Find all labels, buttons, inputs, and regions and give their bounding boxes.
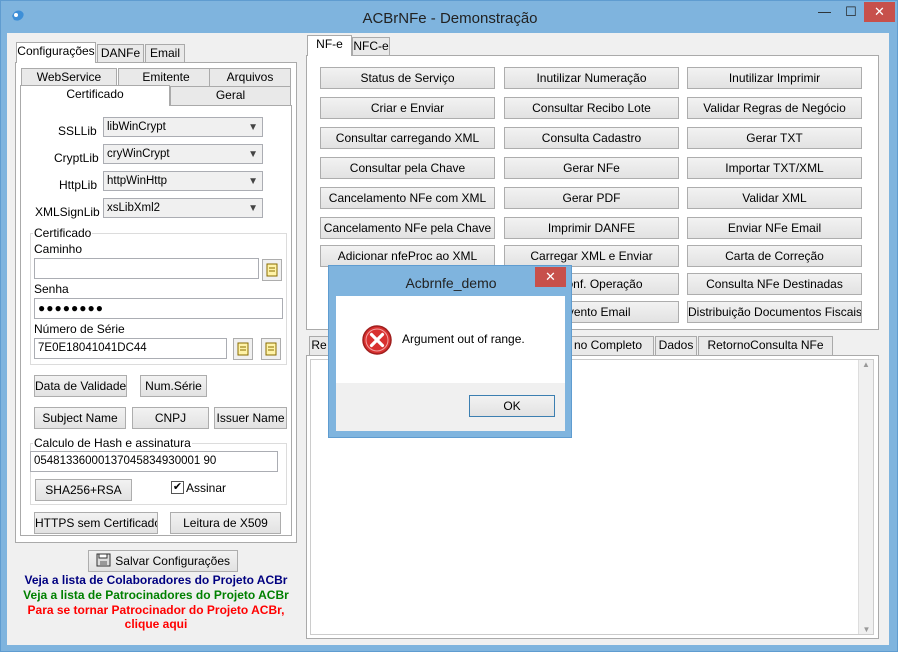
maximize-button[interactable]: ☐	[838, 2, 864, 22]
dialog-close-button[interactable]: ✕	[535, 267, 566, 287]
cryptlib-label: CryptLib	[54, 151, 99, 165]
document-icon	[265, 342, 277, 356]
xmlsignlib-label: XMLSignLib	[35, 205, 100, 219]
hash-group-title: Calculo de Hash e assinatura	[33, 436, 192, 450]
httplib-label: HttpLib	[59, 178, 98, 192]
col2-action-button[interactable]: Carregar XML e Enviar	[504, 245, 679, 267]
select-cert-alt-button[interactable]	[261, 338, 281, 360]
tab-geral[interactable]: Geral	[170, 86, 291, 105]
tab-arquivos[interactable]: Arquivos	[209, 68, 291, 87]
chevron-down-icon: ▼	[248, 203, 258, 214]
col2-action-button[interactable]: Consulta Cadastro	[504, 127, 679, 149]
xmlsignlib-select[interactable]: xsLibXml2 ▼	[103, 198, 263, 218]
ssllib-label: SSLLib	[58, 124, 97, 138]
col3-action-button[interactable]: Gerar TXT	[687, 127, 862, 149]
col1-action-button[interactable]: Status de Serviço	[320, 67, 495, 89]
error-icon	[362, 325, 392, 355]
xmlsignlib-value: xsLibXml2	[107, 202, 161, 214]
sha256-button[interactable]: SHA256+RSA	[35, 479, 132, 501]
col1-action-button[interactable]: Criar e Enviar	[320, 97, 495, 119]
col1-action-button[interactable]: Cancelamento NFe com XML	[320, 187, 495, 209]
col3-action-button[interactable]: Validar Regras de Negócio	[687, 97, 862, 119]
col1-action-button[interactable]: Consultar carregando XML	[320, 127, 495, 149]
col1-action-button[interactable]: Consultar pela Chave	[320, 157, 495, 179]
close-button[interactable]: ✕	[864, 2, 895, 22]
chevron-down-icon: ▼	[248, 149, 258, 160]
minimize-button[interactable]: —	[811, 2, 838, 22]
ok-button[interactable]: OK	[469, 395, 555, 417]
cnpj-button[interactable]: CNPJ	[132, 407, 209, 429]
browse-file-button[interactable]	[262, 259, 282, 281]
col3-action-button[interactable]: Distribuição Documentos Fiscais	[687, 301, 862, 323]
tab-email[interactable]: Email	[145, 44, 185, 63]
hash-input[interactable]: 05481336000137045834930001 90	[30, 451, 278, 472]
cryptlib-value: cryWinCrypt	[107, 148, 170, 160]
salvar-label: Salvar Configurações	[115, 554, 231, 568]
col1-action-button[interactable]: Adicionar nfeProc ao XML	[320, 245, 495, 267]
clique-aqui-link[interactable]: clique aqui	[7, 617, 305, 631]
https-sem-cert-button[interactable]: HTTPS sem Certificado	[34, 512, 158, 534]
document-icon	[266, 263, 278, 277]
tab-nfe[interactable]: NF-e	[307, 35, 352, 56]
col2-action-button[interactable]: Inutilizar Numeração	[504, 67, 679, 89]
salvar-config-button[interactable]: Salvar Configurações	[88, 550, 238, 572]
tab-retorno[interactable]: Re	[309, 336, 329, 355]
ssllib-select[interactable]: libWinCrypt ▼	[103, 117, 263, 137]
col3-action-button[interactable]: Importar TXT/XML	[687, 157, 862, 179]
col2-action-button[interactable]: Gerar PDF	[504, 187, 679, 209]
col3-action-button[interactable]: Carta de Correção	[687, 245, 862, 267]
leitura-x509-button[interactable]: Leitura de X509	[170, 512, 281, 534]
col3-action-button[interactable]: Consulta NFe Destinadas	[687, 273, 862, 295]
tab-configuracoes[interactable]: Configurações	[16, 42, 96, 63]
col3-action-button[interactable]: Validar XML	[687, 187, 862, 209]
ssllib-value: libWinCrypt	[107, 121, 166, 133]
senha-input[interactable]: ●●●●●●●●	[34, 298, 283, 319]
chevron-down-icon: ▼	[248, 176, 258, 187]
tab-nfce[interactable]: NFC-e	[352, 37, 390, 56]
chevron-down-icon: ▼	[248, 122, 258, 133]
tab-danfe[interactable]: DANFe	[97, 44, 144, 63]
num-serie-button[interactable]: Num.Série	[140, 375, 207, 397]
issuer-name-button[interactable]: Issuer Name	[214, 407, 287, 429]
dialog-message: Argument out of range.	[402, 332, 525, 346]
col1-action-button[interactable]: Cancelamento NFe pela Chave	[320, 217, 495, 239]
tab-dados[interactable]: Dados	[655, 336, 697, 355]
save-icon	[96, 553, 111, 567]
title-bar[interactable]: ACBrNFe - Demonstração — ☐ ✕	[1, 1, 898, 35]
httplib-select[interactable]: httpWinHttp ▼	[103, 171, 263, 191]
colaboradores-link[interactable]: Veja a lista de Colaboradores do Projeto…	[7, 573, 305, 587]
retorno-scrollbar[interactable]: ▲ ▼	[858, 360, 873, 634]
caminho-input[interactable]	[34, 258, 259, 279]
col2-action-button[interactable]: Imprimir DANFE	[504, 217, 679, 239]
caminho-label: Caminho	[34, 242, 83, 256]
tab-retorno-consulta[interactable]: RetornoConsulta NFe 2.01	[698, 336, 833, 369]
document-icon	[237, 342, 249, 356]
col3-action-button[interactable]: Inutilizar Imprimir	[687, 67, 862, 89]
scroll-up-icon[interactable]: ▲	[859, 360, 873, 369]
httplib-value: httpWinHttp	[107, 175, 168, 187]
col2-action-button[interactable]: Consultar Recibo Lote	[504, 97, 679, 119]
subject-name-button[interactable]: Subject Name	[34, 407, 126, 429]
senha-label: Senha	[34, 282, 69, 296]
serie-input[interactable]: 7E0E18041041DC44	[34, 338, 227, 359]
dialog-body: Argument out of range. OK	[336, 296, 565, 431]
error-dialog: Acbrnfe_demo ✕ Argument out of range. OK	[328, 265, 572, 438]
patrocinadores-link[interactable]: Veja a lista de Patrocinadores do Projet…	[7, 588, 305, 602]
serie-label: Número de Série	[34, 322, 125, 336]
select-cert-button[interactable]	[233, 338, 253, 360]
col3-action-button[interactable]: Enviar NFe Email	[687, 217, 862, 239]
cryptlib-select[interactable]: cryWinCrypt ▼	[103, 144, 263, 164]
tab-retorno-completo-ws[interactable]: no Completo WS	[562, 336, 654, 369]
tornar-patrocinador-link[interactable]: Para se tornar Patrocinador do Projeto A…	[7, 603, 305, 617]
certificado-group-title: Certificado	[33, 226, 93, 240]
scroll-down-icon[interactable]: ▼	[859, 625, 874, 634]
data-validade-button[interactable]: Data de Validade	[34, 375, 127, 397]
col2-action-button[interactable]: Gerar NFe	[504, 157, 679, 179]
assinar-checkbox[interactable]: ✔	[171, 481, 184, 494]
window-title: ACBrNFe - Demonstração	[362, 10, 538, 27]
tab-certificado[interactable]: Certificado	[20, 85, 170, 106]
assinar-label: Assinar	[186, 481, 227, 495]
